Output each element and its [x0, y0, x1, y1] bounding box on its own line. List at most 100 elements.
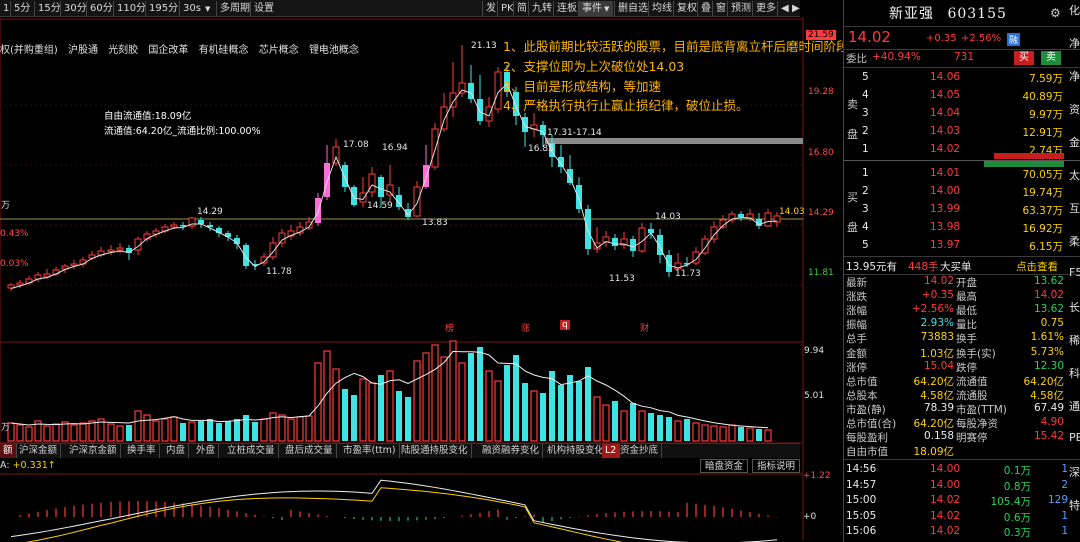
big-order-link[interactable]: 点击查看	[1016, 259, 1058, 274]
bid-volume: 16.92万	[1022, 223, 1063, 235]
event-marker[interactable]: 涨	[521, 321, 530, 334]
period-110min[interactable]: 110分	[113, 1, 149, 16]
stat-label: 最新	[846, 277, 867, 289]
concept-tag[interactable]: 有机硅概念	[199, 45, 249, 56]
trade-time: 15:05	[846, 509, 877, 522]
price-marker: 14.03	[655, 212, 681, 222]
dark-pool-button[interactable]: 暗盘资金	[700, 459, 749, 473]
stat-label: 每股盈利	[846, 432, 888, 445]
ask-row[interactable]: 2 14.03 12.91万	[844, 124, 1080, 141]
indicator-help-button[interactable]: 指标说明	[752, 459, 801, 473]
volume-bar	[612, 401, 618, 441]
tab-margin[interactable]: 融资融券变化	[479, 444, 544, 458]
tab-hsj-amount[interactable]: 沪深京金额	[66, 444, 121, 458]
gear-icon[interactable]: ⚙	[1050, 6, 1061, 20]
bid-row[interactable]: 4 13.98 16.92万	[844, 220, 1080, 237]
ask-row[interactable]: 5 14.06 7.59万	[844, 70, 1080, 87]
side-panel-char[interactable]: 科	[1069, 365, 1080, 381]
side-panel-char[interactable]: 净	[1069, 35, 1080, 51]
period-30s-select[interactable]: 30s ▼	[179, 1, 216, 16]
side-panel-char[interactable]: 金	[1069, 134, 1080, 150]
period-195min[interactable]: 195分	[145, 1, 181, 16]
ask-price: 14.04	[930, 107, 961, 119]
resistance-zone	[545, 138, 803, 144]
volume-bar	[513, 355, 519, 441]
tab-outer[interactable]: 外盘	[193, 444, 220, 458]
ask-row[interactable]: 3 14.04 9.97万	[844, 106, 1080, 123]
event-marker[interactable]: q	[560, 320, 570, 330]
tab-turnover[interactable]: 换手率	[124, 444, 160, 458]
toolbar-remove-watch[interactable]: 删自选	[614, 1, 651, 16]
bid-level: 4	[862, 221, 869, 233]
concept-tag[interactable]: 光刻胶	[108, 45, 138, 56]
side-panel-char[interactable]: 深	[1069, 464, 1080, 480]
bid-row[interactable]: 1 14.01 70.05万	[844, 166, 1080, 183]
toolbar-fuquan[interactable]: 复权	[673, 1, 700, 16]
side-panel-char[interactable]: 特	[1069, 497, 1080, 513]
volume-bar	[143, 414, 151, 442]
stat-value: 12.30	[1033, 359, 1064, 372]
side-panel-char[interactable]: 化	[1069, 2, 1080, 18]
tab-institution[interactable]: 机构持股变化	[544, 444, 609, 458]
bid-row[interactable]: 5 13.97 6.15万	[844, 238, 1080, 255]
toolbar-ma[interactable]: 均线	[648, 1, 675, 16]
price-marker: 17.08	[343, 140, 369, 150]
tab-pile-volume[interactable]: 立桩成交量	[224, 444, 279, 458]
side-panel-char[interactable]: 净	[1069, 68, 1080, 84]
concept-tag[interactable]: 国企改革	[148, 45, 188, 56]
settings-button[interactable]: 设置	[250, 1, 277, 16]
side-panel-char[interactable]: 稀	[1069, 332, 1080, 348]
concept-tag[interactable]: 芯片概念	[259, 45, 299, 56]
bid-row[interactable]: 2 14.00 19.74万	[844, 184, 1080, 201]
tab-bottom-fishing[interactable]: 资金抄底	[617, 444, 663, 458]
sell-button[interactable]: 卖	[1041, 51, 1061, 65]
tab-amount[interactable]: 额	[0, 444, 17, 458]
period-toolbar: 1 5分 15分 30分 60分 110分 195分 30s ▼ 多周期 设置 发…	[0, 0, 800, 17]
ask-row[interactable]: 4 14.05 40.89万	[844, 88, 1080, 105]
tab-pe-ttm[interactable]: 市盈率(ttm)	[340, 444, 400, 458]
tab-hk-connect[interactable]: 陆股通持股变化	[398, 444, 472, 458]
event-marker[interactable]: 财	[640, 321, 649, 334]
chevron-right-icon[interactable]: ▶	[789, 1, 803, 16]
big-order-row: 13.95元有 448手 大买单 点击查看	[844, 258, 1080, 275]
chevron-down-icon: ▼	[204, 5, 211, 13]
toolbar-more[interactable]: 更多	[752, 1, 779, 16]
multi-period-button[interactable]: 多周期	[216, 1, 253, 16]
side-panel-char[interactable]: 通	[1069, 398, 1080, 414]
event-marker[interactable]: 榜	[445, 321, 454, 334]
ask-level: 1	[862, 143, 869, 155]
side-panel-char[interactable]: PE	[1069, 431, 1080, 444]
side-panel-char[interactable]: 资	[1069, 101, 1080, 117]
candle	[351, 185, 357, 207]
macd-dea-line	[25, 487, 624, 542]
tab-inner[interactable]: 内盘	[163, 444, 190, 458]
toolbar-forecast[interactable]: 预测	[727, 1, 754, 16]
volume-bar	[602, 404, 610, 442]
ask-level: 4	[862, 89, 869, 101]
period-60min[interactable]: 60分	[86, 1, 116, 16]
side-panel-char[interactable]: 太	[1069, 167, 1080, 183]
side-panel-char[interactable]: 长	[1069, 299, 1080, 315]
bid-row[interactable]: 3 13.99 63.37万	[844, 202, 1080, 219]
concept-tag[interactable]: 权(并购重组)	[0, 45, 58, 56]
ask-depth-bar	[994, 153, 1064, 159]
concept-tag[interactable]: 沪股通	[68, 45, 98, 56]
tab-afterhours-volume[interactable]: 盘后成交量	[282, 444, 337, 458]
stat-value: 4.90	[1040, 416, 1064, 428]
volume-bar	[116, 425, 124, 442]
buy-button[interactable]: 买	[1014, 51, 1034, 65]
side-panel-char[interactable]: 互	[1069, 200, 1080, 216]
stat-value: 4.58亿	[920, 389, 954, 402]
bid-level: 2	[862, 185, 869, 197]
concept-tag[interactable]: 锂电池概念	[309, 45, 359, 56]
tab-hs-amount[interactable]: 沪深金额	[16, 444, 62, 458]
side-panel-char[interactable]: F5	[1069, 266, 1080, 279]
volume-bar	[719, 426, 727, 442]
toolbar-events[interactable]: 事件 ▼	[578, 1, 613, 16]
period-5min[interactable]: 5分	[10, 1, 33, 16]
toolbar-jiuzhuan[interactable]: 九转	[528, 1, 555, 16]
side-panel-char[interactable]: 柔	[1069, 233, 1080, 249]
toolbar-lianban[interactable]: 连板	[553, 1, 580, 16]
stat-value: +0.35	[921, 289, 954, 302]
candle	[34, 272, 42, 282]
